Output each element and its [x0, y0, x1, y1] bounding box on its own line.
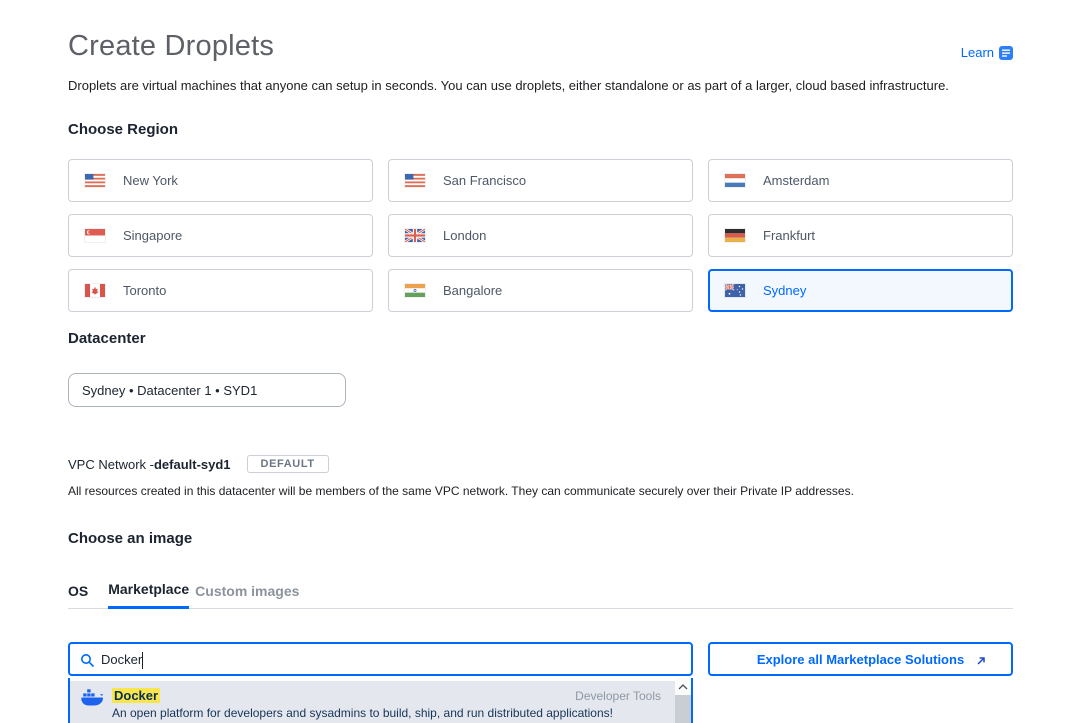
explore-marketplace-button[interactable]: Explore all Marketplace Solutions	[708, 642, 1013, 676]
choose-region-heading: Choose Region	[68, 121, 1013, 138]
us-flag-icon	[85, 174, 105, 187]
scrollbar-up-button[interactable]	[675, 678, 691, 695]
result-content: Docker Developer Tools An open platform …	[112, 688, 663, 723]
region-card-singapore[interactable]: Singapore	[68, 214, 373, 257]
region-card-toronto[interactable]: Toronto	[68, 269, 373, 312]
page-title: Create Droplets	[68, 30, 274, 63]
marketplace-search-input[interactable]	[70, 644, 691, 674]
result-item-docker[interactable]: Docker Developer Tools An open platform …	[70, 681, 675, 723]
datacenter-heading: Datacenter	[68, 330, 1013, 347]
india-flag-icon	[405, 284, 425, 297]
region-label: Frankfurt	[763, 228, 815, 243]
page-subtitle: Droplets are virtual machines that anyon…	[68, 78, 1013, 93]
region-card-san-francisco[interactable]: San Francisco	[388, 159, 693, 202]
datacenter-selected-value: Sydney • Datacenter 1 • SYD1	[82, 383, 257, 398]
region-label: Singapore	[123, 228, 182, 243]
vpc-network-name: default-syd1	[154, 457, 231, 472]
marketplace-search-box	[68, 642, 693, 676]
region-label: San Francisco	[443, 173, 526, 188]
region-label: London	[443, 228, 486, 243]
region-grid: New York San Francisco Amsterdam	[68, 159, 1013, 312]
region-label: Bangalore	[443, 283, 502, 298]
tab-marketplace[interactable]: Marketplace	[108, 581, 189, 609]
canada-flag-icon	[85, 284, 105, 297]
region-card-frankfurt[interactable]: Frankfurt	[708, 214, 1013, 257]
dropdown-scrollbar[interactable]	[675, 678, 691, 723]
chevron-up-icon	[678, 684, 688, 690]
region-card-bangalore[interactable]: Bangalore	[388, 269, 693, 312]
choose-image-heading: Choose an image	[68, 530, 1013, 547]
docs-icon	[999, 46, 1013, 60]
learn-link[interactable]: Learn	[961, 42, 1013, 63]
search-results-dropdown: Docker Developer Tools An open platform …	[68, 678, 693, 723]
image-tabs: OS Marketplace Custom images	[68, 581, 1013, 609]
docker-whale-icon	[80, 688, 104, 707]
vpc-label: VPC Network -	[68, 457, 154, 472]
region-card-amsterdam[interactable]: Amsterdam	[708, 159, 1013, 202]
region-label: New York	[123, 173, 178, 188]
uk-flag-icon	[405, 229, 425, 242]
tab-os[interactable]: OS	[68, 583, 88, 608]
image-search-row: Explore all Marketplace Solutions	[68, 642, 1013, 676]
search-icon	[80, 653, 95, 668]
region-card-sydney[interactable]: Sydney	[708, 269, 1013, 312]
external-arrow-icon	[975, 655, 987, 667]
text-cursor	[142, 652, 143, 669]
region-card-new-york[interactable]: New York	[68, 159, 373, 202]
region-label: Amsterdam	[763, 173, 829, 188]
singapore-flag-icon	[85, 229, 105, 242]
vpc-description: All resources created in this datacenter…	[68, 484, 1013, 498]
region-label: Sydney	[763, 283, 806, 298]
region-label: Toronto	[123, 283, 166, 298]
learn-link-label: Learn	[961, 45, 994, 60]
datacenter-select[interactable]: Sydney • Datacenter 1 • SYD1	[68, 373, 346, 407]
region-card-london[interactable]: London	[388, 214, 693, 257]
germany-flag-icon	[725, 229, 745, 242]
tab-custom-images[interactable]: Custom images	[195, 583, 299, 608]
netherlands-flag-icon	[725, 174, 745, 187]
explore-marketplace-label: Explore all Marketplace Solutions	[757, 652, 964, 667]
vpc-default-badge: DEFAULT	[247, 455, 329, 473]
result-description: An open platform for developers and sysa…	[112, 706, 663, 720]
page-header: Create Droplets Learn	[68, 30, 1013, 63]
australia-flag-icon	[725, 284, 745, 297]
result-name-highlighted: Docker	[112, 688, 160, 703]
us-flag-icon	[405, 174, 425, 187]
vpc-network-row: VPC Network - default-syd1 DEFAULT	[68, 455, 1013, 473]
create-droplets-page: Create Droplets Learn Droplets are virtu…	[0, 0, 1073, 723]
result-category: Developer Tools	[575, 689, 661, 703]
